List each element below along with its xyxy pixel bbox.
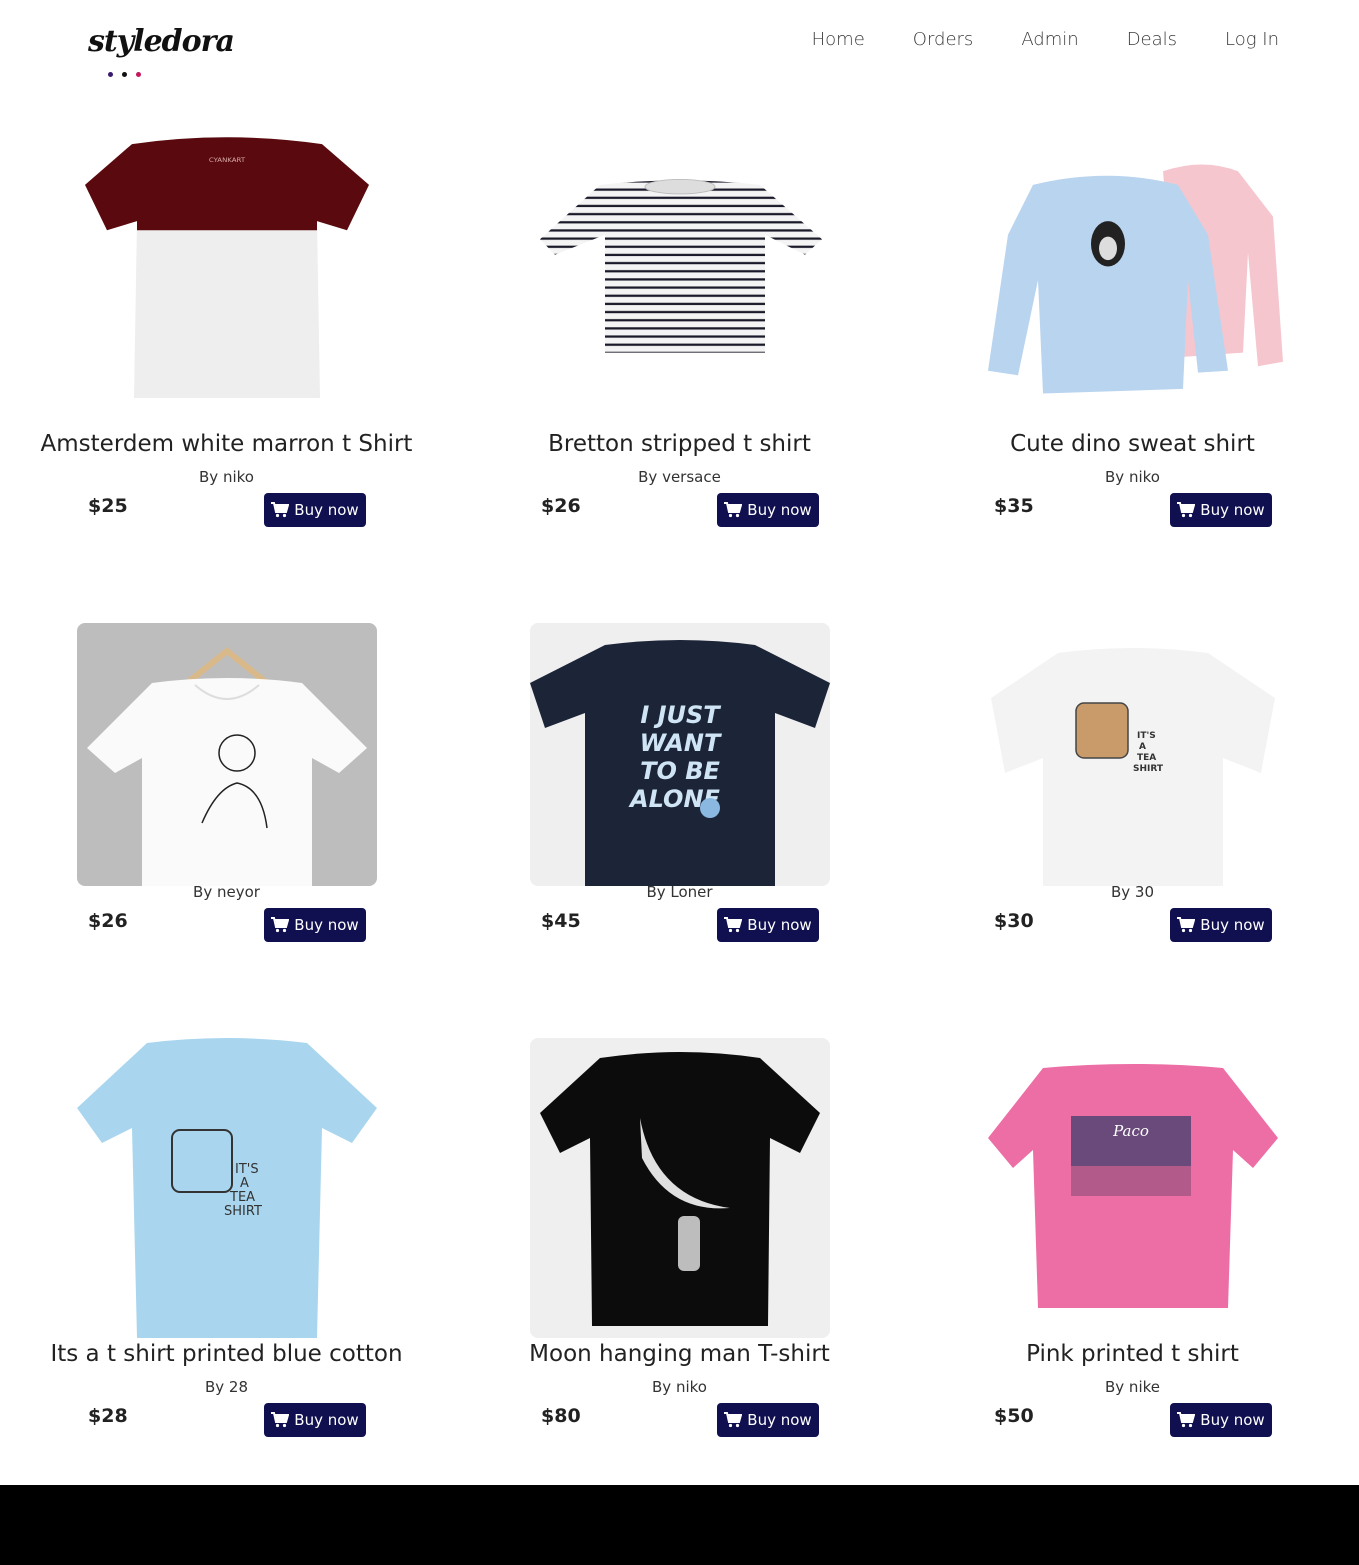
cart-icon	[271, 502, 290, 518]
buy-now-button[interactable]: Buy now	[717, 493, 819, 527]
buy-now-button[interactable]: Buy now	[264, 1403, 366, 1437]
cart-icon	[724, 917, 743, 933]
product-title[interactable]: Moon hanging man T-shirt	[453, 1339, 906, 1369]
logo-dot	[136, 72, 141, 77]
nav-login[interactable]: Log In	[1225, 28, 1279, 52]
buy-now-button[interactable]: Buy now	[264, 493, 366, 527]
nav-orders[interactable]: Orders	[913, 28, 974, 52]
brand-logo[interactable]: styledora	[88, 22, 235, 77]
product-brand: By 30	[1110, 883, 1155, 901]
tshirt-print-text: A	[1139, 742, 1146, 752]
tshirt-print-text: TO BE	[640, 757, 720, 785]
product-price: $80	[541, 1405, 581, 1427]
cart-icon	[271, 917, 290, 933]
product-title[interactable]: Its a t shirt printed blue cotton	[0, 1339, 453, 1369]
cart-icon	[1177, 1412, 1196, 1428]
product-price: $26	[88, 910, 128, 932]
logo-text: styledora	[88, 24, 235, 59]
cart-icon	[271, 1412, 290, 1428]
tshirt-print-text: CYANKART	[209, 157, 246, 165]
product-price: $25	[88, 495, 128, 517]
cart-icon	[1177, 502, 1196, 518]
tshirt-print-text: TEA	[229, 1190, 255, 1205]
navbar: styledora Home Orders Admin Deals Log In	[0, 0, 1359, 85]
buy-now-button[interactable]: Buy now	[1170, 493, 1272, 527]
product-brand: By Loner	[646, 883, 713, 901]
buy-now-label: Buy now	[294, 916, 359, 934]
buy-now-label: Buy now	[1200, 1411, 1265, 1429]
tshirt-print-text: SHIRT	[1133, 764, 1164, 774]
nav-home[interactable]: Home	[812, 28, 865, 52]
product-image-black-moon-tshirt[interactable]	[530, 1038, 830, 1338]
product-brand: By nike	[1105, 1378, 1160, 1396]
logo-dot	[108, 72, 113, 77]
buy-now-label: Buy now	[1200, 916, 1265, 934]
product-brand: By niko	[1105, 468, 1160, 486]
tshirt-print-text: IT'S	[1137, 731, 1156, 741]
product-price: $50	[994, 1405, 1034, 1427]
buy-now-label: Buy now	[1200, 501, 1265, 519]
tshirt-print-text: TEA	[1137, 753, 1156, 763]
tshirt-print-text: WANT	[640, 729, 722, 757]
product-price: $28	[88, 1405, 128, 1427]
product-title[interactable]: Bretton stripped t shirt	[453, 429, 906, 459]
product-price: $45	[541, 910, 581, 932]
buy-now-label: Buy now	[294, 501, 359, 519]
cart-icon	[1177, 917, 1196, 933]
tshirt-print-text: I JUST	[640, 701, 721, 729]
product-image-maroon-white-tshirt[interactable]: CYANKART	[77, 135, 377, 398]
product-price: $26	[541, 495, 581, 517]
buy-now-label: Buy now	[747, 1411, 812, 1429]
product-image-dino-sweatshirts[interactable]	[983, 135, 1283, 398]
buy-now-button[interactable]: Buy now	[717, 1403, 819, 1437]
buy-now-button[interactable]: Buy now	[1170, 1403, 1272, 1437]
product-brand: By 28	[204, 1378, 249, 1396]
product-brand: By niko	[652, 1378, 707, 1396]
cart-icon	[724, 502, 743, 518]
product-image-pink-printed-tshirt[interactable]: Paco	[983, 1038, 1283, 1338]
buy-now-button[interactable]: Buy now	[717, 908, 819, 942]
product-image-navy-alone-tshirt[interactable]: I JUST WANT TO BE ALONE	[530, 623, 830, 886]
logo-dots	[108, 62, 150, 81]
buy-now-label: Buy now	[747, 916, 812, 934]
tshirt-print-text: SHIRT	[224, 1204, 262, 1219]
cart-icon	[724, 1412, 743, 1428]
product-image-white-tea-shirt[interactable]: IT'S A TEA SHIRT	[983, 623, 1283, 886]
buy-now-label: Buy now	[747, 501, 812, 519]
tshirt-print-text: Paco	[1112, 1122, 1149, 1140]
nav-deals[interactable]: Deals	[1127, 28, 1177, 52]
buy-now-button[interactable]: Buy now	[264, 908, 366, 942]
product-title[interactable]: Pink printed t shirt	[906, 1339, 1359, 1369]
product-brand: By versace	[638, 468, 721, 486]
product-image-striped-tshirt[interactable]	[530, 135, 830, 398]
product-title[interactable]: Cute dino sweat shirt	[906, 429, 1359, 459]
product-image-white-tshirt-on-hanger[interactable]	[77, 623, 377, 886]
logo-dot	[122, 72, 127, 77]
product-image-blue-tea-shirt[interactable]: IT'S A TEA SHIRT	[77, 1038, 377, 1338]
nav-admin[interactable]: Admin	[1021, 28, 1078, 52]
nav-links: Home Orders Admin Deals Log In	[812, 28, 1279, 52]
product-brand: By niko	[199, 468, 254, 486]
product-price: $35	[994, 495, 1034, 517]
product-title[interactable]: Amsterdem white marron t Shirt	[0, 429, 453, 459]
product-brand: By neyor	[193, 883, 260, 901]
buy-now-label: Buy now	[294, 1411, 359, 1429]
buy-now-button[interactable]: Buy now	[1170, 908, 1272, 942]
tshirt-print-text: A	[240, 1176, 249, 1191]
footer	[0, 1485, 1359, 1565]
product-price: $30	[994, 910, 1034, 932]
tshirt-print-text: IT'S	[235, 1162, 259, 1177]
